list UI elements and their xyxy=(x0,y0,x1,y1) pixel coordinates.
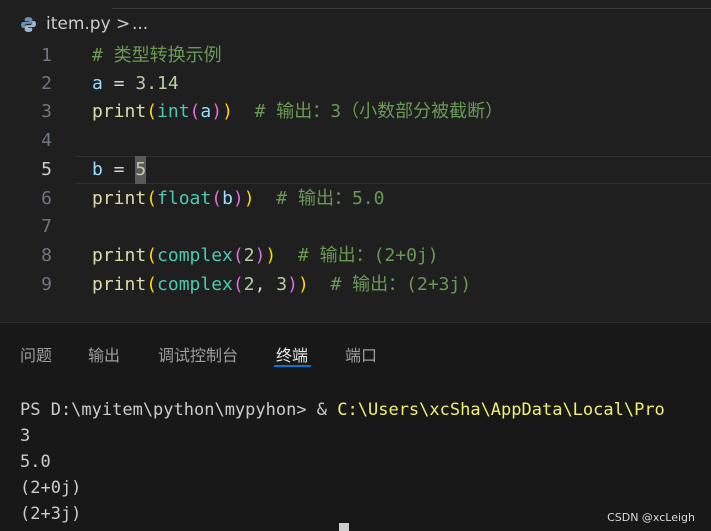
code-text: print(int(a)) # 输出：3（小数部分被截断） xyxy=(92,98,503,126)
terminal-command: C:\Users\xcSha\AppData\Local\Pro xyxy=(337,400,665,420)
line-number: 3 xyxy=(41,101,52,122)
code-line[interactable]: 1 # 类型转换示例 xyxy=(0,42,711,70)
breadcrumb-file[interactable]: item.py xyxy=(46,14,111,34)
code-token: # 输出：(2+0j) xyxy=(276,245,439,266)
code-line[interactable]: 6 print(float(b)) # 输出：5.0 xyxy=(0,185,711,213)
line-number: 4 xyxy=(41,130,52,151)
code-token: ( xyxy=(232,274,244,295)
code-token: # 输出：5.0 xyxy=(254,188,385,209)
current-line-highlight xyxy=(76,156,711,184)
terminal-line: 5.0 xyxy=(20,452,51,472)
code-token: print xyxy=(92,245,147,266)
tab-debug-console[interactable]: 调试控制台 xyxy=(158,342,238,366)
line-number: 8 xyxy=(41,245,52,266)
code-token: b xyxy=(92,159,103,180)
code-line[interactable]: 9 print(complex(2, 3)) # 输出：(2+3j) xyxy=(0,271,711,299)
code-text: print(complex(2)) # 输出：(2+0j) xyxy=(92,242,439,270)
code-token: = xyxy=(102,73,136,94)
code-editor[interactable]: 1 # 类型转换示例 2 a = 3.14 3 print(int(a)) # 输出：3（… xyxy=(0,40,711,322)
tab-terminal[interactable]: 终端 xyxy=(276,342,308,366)
terminal-line: (2+0j) xyxy=(20,478,82,498)
code-token: a xyxy=(200,101,212,122)
code-token: # 输出：3（小数部分被截断） xyxy=(232,101,504,122)
code-text: print(complex(2, 3)) # 输出：(2+3j) xyxy=(92,271,471,299)
code-token: # 类型转换示例 xyxy=(92,45,222,66)
terminal-prompt: PS D:\myitem\python\mypyhon> & xyxy=(20,400,338,420)
code-token: complex xyxy=(157,245,233,266)
code-text: a = 3.14 xyxy=(92,70,179,98)
line-number: 5 xyxy=(41,159,52,180)
code-token: complex xyxy=(157,274,233,295)
terminal-line: (2+3j) xyxy=(20,504,82,524)
active-tab-indicator xyxy=(274,365,311,367)
code-text: # 类型转换示例 xyxy=(92,42,222,70)
code-token: ( xyxy=(146,101,158,122)
code-line[interactable]: 2 a = 3.14 xyxy=(0,70,711,98)
code-token: ) xyxy=(254,245,266,266)
line-number: 2 xyxy=(41,73,52,94)
code-token: ) xyxy=(297,274,309,295)
breadcrumb: item.py > ... xyxy=(0,0,711,40)
line-number: 1 xyxy=(41,45,52,66)
python-file-icon xyxy=(21,17,36,32)
terminal-output[interactable]: PS D:\myitem\python\mypyhon> & C:\Users\… xyxy=(20,397,665,527)
code-token: ) xyxy=(232,188,244,209)
breadcrumb-separator: > xyxy=(116,14,131,34)
code-token: ( xyxy=(146,274,158,295)
code-text: b = 5 xyxy=(92,156,147,184)
code-token: a xyxy=(92,73,103,94)
code-token: ( xyxy=(211,188,223,209)
code-token: = xyxy=(102,159,136,180)
code-token: b xyxy=(222,188,233,209)
code-line[interactable]: 7 xyxy=(0,213,711,241)
code-token: ) xyxy=(287,274,298,295)
terminal-line: 3 xyxy=(20,426,31,446)
code-token: , xyxy=(254,274,277,295)
code-line[interactable]: 5b = 5 xyxy=(0,156,711,184)
line-number: 6 xyxy=(41,188,52,209)
code-token: ) xyxy=(222,101,233,122)
code-token: ) xyxy=(243,188,255,209)
code-token: ( xyxy=(146,188,158,209)
code-token: 2 xyxy=(243,245,255,266)
code-token: ( xyxy=(232,245,244,266)
code-token: ( xyxy=(146,245,158,266)
code-token: ) xyxy=(211,101,223,122)
code-token: 3 xyxy=(276,274,288,295)
code-line[interactable]: 4 xyxy=(0,127,711,155)
code-text: print(float(b)) # 输出：5.0 xyxy=(92,185,384,213)
code-token: 2 xyxy=(243,274,255,295)
code-token: print xyxy=(92,101,147,122)
line-number: 7 xyxy=(41,216,52,237)
bottom-panel: 问题 输出 调试控制台 终端 端口 PS D:\myitem\python\my… xyxy=(0,323,711,531)
code-line[interactable]: 3 print(int(a)) # 输出：3（小数部分被截断） xyxy=(0,98,711,126)
tab-bar-divider xyxy=(112,8,711,9)
code-token: 5 xyxy=(135,156,147,184)
code-token: ( xyxy=(189,101,201,122)
code-token: int xyxy=(157,101,190,122)
tab-output[interactable]: 输出 xyxy=(88,342,120,366)
panel-tabs: 问题 输出 调试控制台 终端 端口 xyxy=(0,323,711,375)
code-token: print xyxy=(92,188,147,209)
code-token: ) xyxy=(265,245,277,266)
code-token: 3.14 xyxy=(135,73,179,94)
code-token: float xyxy=(157,188,212,209)
code-token: # 输出：(2+3j) xyxy=(308,274,472,295)
terminal-cursor xyxy=(339,523,349,531)
breadcrumb-more[interactable]: ... xyxy=(132,14,148,34)
tab-problems[interactable]: 问题 xyxy=(20,342,52,366)
tab-ports[interactable]: 端口 xyxy=(345,342,377,366)
line-number: 9 xyxy=(41,274,52,295)
code-line[interactable]: 8 print(complex(2)) # 输出：(2+0j) xyxy=(0,242,711,270)
watermark: CSDN @xcLeigh xyxy=(607,511,695,524)
code-token: print xyxy=(92,274,147,295)
